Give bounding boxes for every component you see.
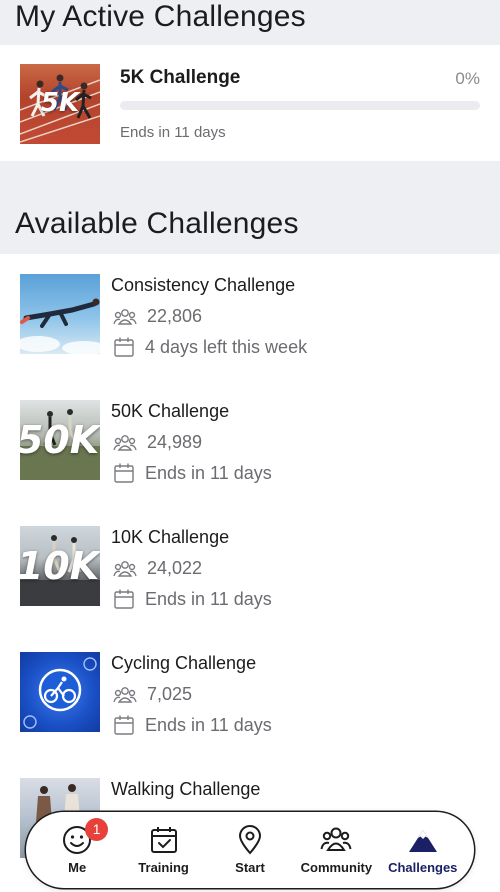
date-row: Ends in 11 days — [113, 714, 272, 736]
participants-count: 7,025 — [147, 684, 193, 704]
available-challenges-heading: Available Challenges — [15, 207, 299, 240]
challenge-name: 50K Challenge — [111, 401, 230, 421]
participants-count: 22,806 — [147, 306, 203, 326]
people-icon — [113, 560, 137, 577]
list-item[interactable]: 50K 50K Challenge 24,989 Ends in 11 days — [0, 380, 500, 490]
challenge-thumbnail: 10K — [20, 526, 100, 606]
location-pin-icon — [238, 825, 261, 855]
progress-bar — [120, 101, 480, 110]
date-row: Ends in 11 days — [113, 588, 272, 610]
active-challenges-heading: My Active Challenges — [15, 0, 306, 33]
participants-count: 24,989 — [147, 432, 203, 452]
date-row: Ends in 11 days — [113, 462, 272, 484]
participants-count: 24,022 — [147, 558, 203, 578]
date-text: 4 days left this week — [145, 336, 308, 357]
cycling-icon — [23, 657, 97, 729]
people-icon — [320, 827, 352, 851]
active-challenge-name: 5K Challenge — [120, 67, 241, 88]
calendar-icon — [114, 715, 134, 735]
list-item[interactable]: 10K 10K Challenge 24,022 Ends in 11 days — [0, 506, 500, 616]
progress-percent: 0% — [455, 69, 480, 88]
mountain-icon — [408, 830, 437, 852]
active-challenge-card[interactable]: 5K 5K Challenge 0% Ends in 11 days — [0, 45, 500, 161]
thumbnail-label: 5K — [40, 88, 80, 118]
challenge-name: Consistency Challenge — [111, 275, 296, 295]
calendar-icon — [114, 337, 134, 357]
thumbnail-label: 50K — [20, 418, 100, 462]
notification-badge: 1 — [85, 818, 109, 841]
participants-row: 22,806 — [113, 306, 202, 327]
people-icon — [113, 686, 137, 703]
challenge-name: Walking Challenge — [111, 779, 261, 799]
date-text: Ends in 11 days — [145, 714, 272, 735]
nav-start[interactable]: Start — [208, 818, 292, 882]
nav-label: Start — [235, 860, 265, 875]
thumbnail-label: 10K — [20, 544, 100, 588]
nav-community[interactable]: Community — [294, 818, 378, 882]
participants-row: 24,022 — [113, 558, 202, 579]
challenge-thumbnail — [20, 652, 100, 732]
challenge-name: 10K Challenge — [111, 527, 230, 547]
nav-label: Community — [300, 860, 373, 875]
available-challenges-list: Consistency Challenge 22,806 4 days left… — [0, 254, 500, 892]
participants-row: 7,025 — [113, 684, 192, 705]
challenge-thumbnail — [20, 274, 100, 354]
challenge-thumbnail: 5K — [20, 64, 100, 144]
nav-label: Challenges — [388, 860, 458, 875]
list-item[interactable]: Cycling Challenge 7,025 Ends in 11 days — [0, 632, 500, 742]
nav-label: Training — [138, 860, 189, 875]
nav-challenges[interactable]: Challenges — [381, 818, 465, 882]
date-row: 4 days left this week — [113, 336, 307, 358]
people-icon — [113, 308, 137, 325]
calendar-icon — [114, 463, 134, 483]
nav-label: Me — [68, 860, 87, 875]
active-challenge-ends: Ends in 11 days — [120, 124, 226, 141]
calendar-check-icon — [150, 827, 177, 853]
nav-training[interactable]: Training — [122, 818, 206, 882]
participants-row: 24,989 — [113, 432, 202, 453]
challenge-thumbnail: 50K — [20, 400, 100, 480]
calendar-icon — [114, 589, 134, 609]
challenge-name: Cycling Challenge — [111, 653, 257, 673]
nav-me[interactable]: 1 Me — [35, 818, 119, 882]
date-text: Ends in 11 days — [145, 588, 272, 609]
bottom-navigation: 1 Me Training Start Community Challenges — [26, 812, 474, 888]
date-text: Ends in 11 days — [145, 462, 272, 483]
challenges-screen: My Active Challenges 5K 5K Challenge 0% … — [0, 0, 500, 892]
people-icon — [113, 434, 137, 451]
list-item[interactable]: Consistency Challenge 22,806 4 days left… — [0, 254, 500, 364]
jumping-runner-image — [20, 298, 100, 354]
